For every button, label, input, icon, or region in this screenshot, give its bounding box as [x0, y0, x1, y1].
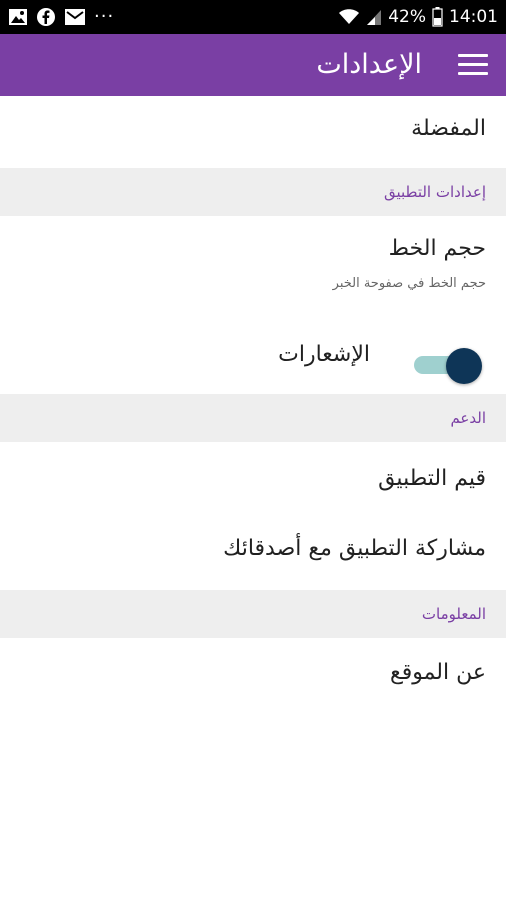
toggle-thumb	[446, 348, 482, 384]
signal-icon	[366, 8, 382, 26]
section-header-info: المعلومات	[0, 590, 506, 638]
font-size-item[interactable]: حجم الخط حجم الخط في صفوحة الخبر	[0, 216, 506, 312]
font-size-label: حجم الخط	[388, 236, 486, 261]
app-settings-header: إعدادات التطبيق	[383, 183, 486, 201]
favorites-label: المفضلة	[411, 116, 486, 141]
more-notifications-icon: ···	[94, 6, 115, 27]
favorites-item[interactable]: المفضلة	[0, 96, 506, 168]
section-header-app-settings: إعدادات التطبيق	[0, 168, 506, 216]
rate-app-item[interactable]: قيم التطبيق	[0, 442, 506, 516]
battery-icon	[432, 7, 443, 27]
notifications-toggle[interactable]	[414, 348, 486, 384]
section-header-support: الدعم	[0, 394, 506, 442]
share-app-item[interactable]: مشاركة التطبيق مع أصدقائك	[0, 516, 506, 590]
wifi-icon	[338, 8, 360, 26]
app-bar: الإعدادات	[0, 34, 506, 96]
about-label: عن الموقع	[390, 660, 486, 685]
battery-percentage: 42%	[388, 7, 426, 27]
rate-app-label: قيم التطبيق	[378, 466, 486, 491]
support-header: الدعم	[450, 409, 486, 427]
mail-icon	[64, 8, 86, 26]
share-app-label: مشاركة التطبيق مع أصدقائك	[223, 536, 486, 561]
status-bar-right: 42% 14:01	[338, 0, 498, 34]
hamburger-menu-icon[interactable]	[458, 52, 488, 78]
status-bar: ··· 42% 14:01	[0, 0, 506, 34]
facebook-icon	[36, 7, 56, 27]
status-bar-left: ···	[8, 0, 114, 34]
notifications-label: الإشعارات	[278, 342, 370, 367]
page-title: الإعدادات	[316, 49, 422, 80]
font-size-description: حجم الخط في صفوحة الخبر	[332, 276, 486, 291]
about-item[interactable]: عن الموقع	[0, 638, 506, 712]
info-header: المعلومات	[421, 605, 486, 623]
gallery-icon	[8, 8, 28, 26]
clock: 14:01	[449, 7, 498, 27]
